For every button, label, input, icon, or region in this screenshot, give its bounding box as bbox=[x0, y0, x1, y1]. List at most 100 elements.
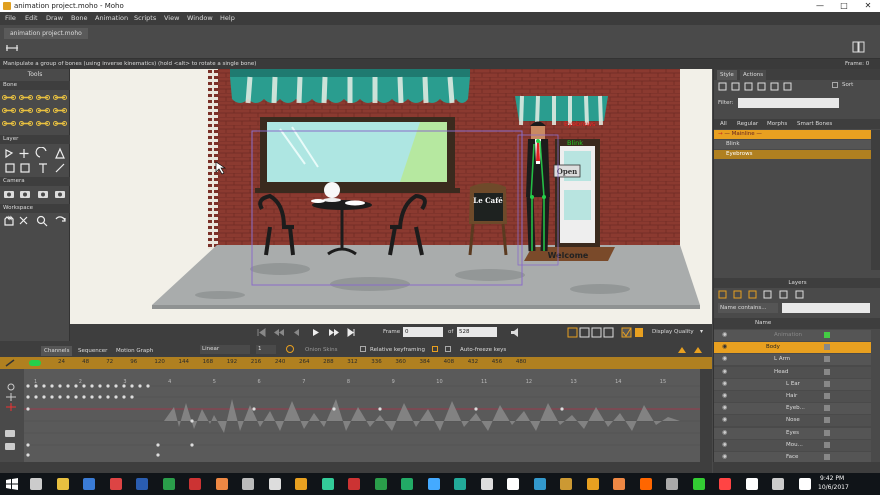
layer-checkbox[interactable] bbox=[824, 454, 830, 460]
taskbar-app-icon[interactable] bbox=[162, 478, 175, 490]
display-quality-label[interactable]: Display Quality bbox=[652, 329, 694, 335]
view-mode-icons[interactable] bbox=[567, 326, 647, 339]
taskbar-app-icon[interactable] bbox=[136, 478, 148, 490]
taskbar-app-icon[interactable] bbox=[374, 478, 387, 490]
menu-file[interactable]: File bbox=[5, 14, 16, 22]
bone-tool-icon[interactable] bbox=[53, 118, 67, 129]
bone-tool-icon[interactable] bbox=[53, 105, 67, 116]
taskbar-app-icon[interactable] bbox=[745, 478, 758, 490]
visibility-eye-icon[interactable]: ◉ bbox=[722, 368, 727, 375]
taskbar-app-icon[interactable] bbox=[507, 478, 519, 490]
onion-skin-icon[interactable] bbox=[285, 344, 295, 354]
layer-row[interactable]: ◉ Head bbox=[714, 366, 871, 378]
layer-checkbox[interactable] bbox=[824, 441, 830, 448]
bone-tool-icon[interactable] bbox=[19, 118, 33, 129]
layer-checkbox[interactable] bbox=[824, 393, 830, 399]
taskbar-app-icon[interactable] bbox=[480, 478, 493, 490]
layer-row[interactable]: ◉ Hair bbox=[714, 391, 871, 402]
visibility-eye-icon[interactable]: ◉ bbox=[722, 429, 727, 436]
taskbar-app-icon[interactable] bbox=[666, 478, 678, 490]
taskbar-app-icon[interactable] bbox=[295, 478, 307, 490]
layer-row[interactable]: ◉ Nose bbox=[714, 415, 871, 427]
action-row-mainline[interactable]: → — Mainline — bbox=[714, 130, 871, 139]
tab-style[interactable]: Style bbox=[717, 70, 737, 80]
taskbar-app-icon[interactable] bbox=[83, 478, 95, 490]
menu-window[interactable]: Window bbox=[187, 14, 213, 22]
menu-animation[interactable]: Animation bbox=[95, 14, 128, 22]
taskbar-app-icon[interactable] bbox=[30, 478, 42, 490]
taskbar-app-icon[interactable] bbox=[215, 478, 228, 490]
visibility-eye-icon[interactable]: ◉ bbox=[722, 331, 727, 338]
layer-checkbox[interactable] bbox=[824, 429, 830, 436]
bone-tool-icon[interactable] bbox=[2, 92, 16, 103]
bone-tool-icon[interactable] bbox=[4, 42, 20, 54]
tab-channels[interactable]: Channels bbox=[41, 346, 73, 356]
filter-input[interactable] bbox=[738, 98, 839, 108]
interpolation-dropdown[interactable]: Linear bbox=[200, 345, 250, 354]
menu-draw[interactable]: Draw bbox=[46, 14, 63, 22]
bone-tool-icon[interactable] bbox=[36, 118, 50, 129]
actions-scrollbar[interactable] bbox=[871, 130, 880, 270]
menu-bone[interactable]: Bone bbox=[71, 14, 88, 22]
menu-help[interactable]: Help bbox=[220, 14, 235, 22]
bone-tool-icon[interactable] bbox=[19, 105, 33, 116]
visibility-eye-icon[interactable]: ◉ bbox=[722, 355, 727, 362]
menu-scripts[interactable]: Scripts bbox=[134, 14, 156, 22]
relative-keyframing-checkbox[interactable] bbox=[360, 346, 366, 352]
visibility-eye-icon[interactable]: ◉ bbox=[722, 380, 727, 387]
taskbar-app-icon[interactable] bbox=[639, 478, 652, 490]
taskbar-app-icon[interactable] bbox=[586, 478, 599, 490]
timeline-ruler[interactable]: 24 48 72 96 120 144 168 192 216 240 264 288 312 336 36… bbox=[0, 357, 712, 369]
bone-tool-icon[interactable] bbox=[53, 92, 67, 103]
frame-input[interactable]: 0 bbox=[403, 327, 443, 337]
playback-controls[interactable] bbox=[255, 327, 365, 338]
onion-skins-label[interactable]: Onion Skins bbox=[305, 347, 338, 353]
layer-checkbox[interactable] bbox=[824, 417, 830, 424]
taskbar-app-icon[interactable] bbox=[401, 478, 413, 490]
layer-checkbox[interactable] bbox=[824, 405, 830, 412]
auto-freeze-checkbox[interactable] bbox=[432, 346, 438, 352]
layer-toolbar-icons[interactable] bbox=[718, 290, 818, 300]
timeline-zoom-icons[interactable] bbox=[676, 345, 706, 354]
maximize-button[interactable]: □ bbox=[832, 0, 856, 12]
windows-start-icon[interactable] bbox=[6, 478, 18, 490]
layer-row[interactable]: ◉ L Ear bbox=[714, 378, 871, 390]
layer-row[interactable]: ◉ Eyes bbox=[714, 427, 871, 439]
menu-view[interactable]: View bbox=[164, 14, 179, 22]
visibility-eye-icon[interactable]: ◉ bbox=[722, 453, 727, 460]
visibility-eye-icon[interactable]: ◉ bbox=[722, 343, 727, 350]
timeline-hscroll[interactable] bbox=[0, 462, 712, 473]
layer-checkbox[interactable] bbox=[824, 332, 830, 338]
subtab-morphs[interactable]: Morphs bbox=[764, 119, 790, 129]
taskbar-app-icon[interactable] bbox=[613, 478, 625, 490]
visibility-eye-icon[interactable]: ◉ bbox=[722, 441, 727, 448]
library-icon[interactable] bbox=[852, 41, 866, 53]
layer-checkbox[interactable] bbox=[824, 344, 830, 351]
subtab-regular[interactable]: Regular bbox=[734, 119, 761, 129]
name-filter-input[interactable] bbox=[782, 303, 870, 313]
layer-row[interactable]: ◉ Eyeb... bbox=[714, 403, 871, 415]
taskbar-app-icon[interactable] bbox=[321, 478, 334, 490]
subtab-smart-bones[interactable]: Smart Bones bbox=[794, 119, 835, 129]
name-filter-dropdown[interactable]: Name contains... bbox=[718, 303, 778, 313]
sort-checkbox[interactable] bbox=[832, 82, 838, 88]
visibility-eye-icon[interactable]: ◉ bbox=[722, 404, 727, 411]
action-row-blink[interactable]: Blink bbox=[714, 140, 871, 149]
action-toolbar-icons[interactable] bbox=[718, 82, 818, 92]
bone-tool-icon[interactable] bbox=[2, 105, 16, 116]
canvas-viewport[interactable]: Open Welcome Le Café Eyebrows Blink bbox=[70, 69, 712, 324]
auto-freeze-toggle[interactable] bbox=[445, 346, 451, 352]
step-dropdown[interactable]: 1 bbox=[256, 345, 276, 354]
tab-motion-graph[interactable]: Motion Graph bbox=[113, 346, 156, 356]
layer-row[interactable]: ◉ L Arm bbox=[714, 354, 871, 366]
taskbar-app-icon[interactable] bbox=[242, 478, 254, 490]
taskbar-app-icon[interactable] bbox=[348, 478, 360, 490]
layer-checkbox[interactable] bbox=[824, 356, 830, 363]
display-quality-dropdown-icon[interactable]: ▾ bbox=[700, 328, 703, 335]
taskbar-app-icon[interactable] bbox=[560, 478, 572, 490]
taskbar-app-icon[interactable] bbox=[772, 478, 784, 490]
taskbar-app-icon[interactable] bbox=[719, 478, 731, 490]
speaker-icon[interactable] bbox=[510, 327, 522, 338]
layer-tools-icons[interactable] bbox=[3, 147, 67, 175]
tab-actions[interactable]: Actions bbox=[740, 70, 767, 80]
